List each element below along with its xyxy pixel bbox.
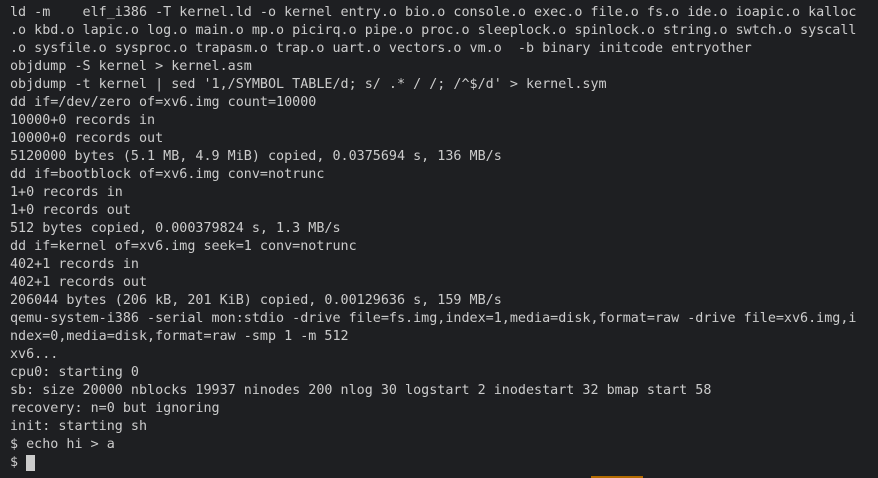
terminal-window[interactable]: ld -m elf_i386 -T kernel.ld -o kernel en… <box>0 0 878 478</box>
terminal-line: $ echo hi > a <box>10 437 115 452</box>
terminal-line: 5120000 bytes (5.1 MB, 4.9 MiB) copied, … <box>10 149 502 164</box>
terminal-line: dd if=/dev/zero of=xv6.img count=10000 <box>10 95 317 110</box>
terminal-line: sb: size 20000 nblocks 19937 ninodes 200… <box>10 383 712 398</box>
terminal-line: 1+0 records in <box>10 185 123 200</box>
terminal-line: ld -m elf_i386 -T kernel.ld -o kernel en… <box>10 5 857 20</box>
terminal-line: dd if=kernel of=xv6.img seek=1 conv=notr… <box>10 239 357 254</box>
terminal-line: 512 bytes copied, 0.000379824 s, 1.3 MB/… <box>10 221 341 236</box>
terminal-line: .o sysfile.o sysproc.o trapasm.o trap.o … <box>10 41 752 56</box>
terminal-line: 402+1 records in <box>10 257 139 272</box>
terminal-line: .o kbd.o lapic.o log.o main.o mp.o picir… <box>10 23 857 38</box>
terminal-line: recovery: n=0 but ignoring <box>10 401 220 416</box>
terminal-line: objdump -t kernel | sed '1,/SYMBOL TABLE… <box>10 77 607 92</box>
text-cursor <box>26 455 36 471</box>
terminal-line: 402+1 records out <box>10 275 148 290</box>
terminal-line: objdump -S kernel > kernel.asm <box>10 59 252 74</box>
terminal-line: xv6... <box>10 347 59 362</box>
terminal-line: 1+0 records out <box>10 203 131 218</box>
terminal-line: ndex=0,media=disk,format=raw -smp 1 -m 5… <box>10 329 349 344</box>
terminal-line: qemu-system-i386 -serial mon:stdio -driv… <box>10 311 857 326</box>
active-prompt-line[interactable]: $ <box>10 454 878 472</box>
terminal-line: 10000+0 records in <box>10 113 156 128</box>
terminal-line: cpu0: starting 0 <box>10 365 139 380</box>
terminal-line: 10000+0 records out <box>10 131 164 146</box>
terminal-line: 206044 bytes (206 kB, 201 KiB) copied, 0… <box>10 293 502 308</box>
shell-prompt: $ <box>10 455 19 470</box>
terminal-line: dd if=bootblock of=xv6.img conv=notrunc <box>10 167 325 182</box>
terminal-line: init: starting sh <box>10 419 148 434</box>
